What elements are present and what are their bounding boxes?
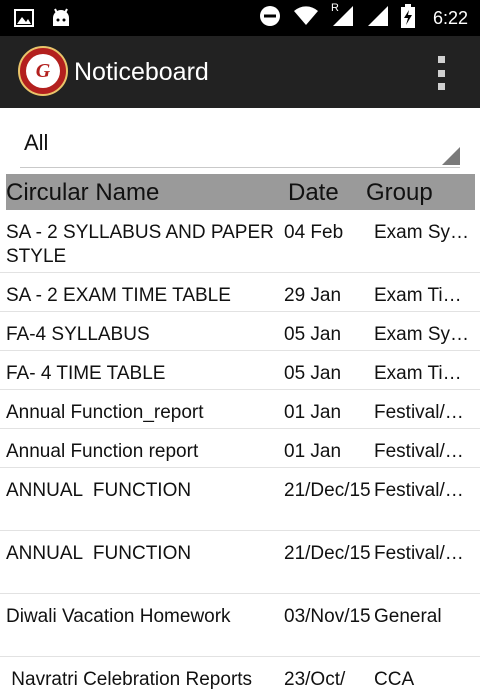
table-row[interactable]: Annual Function_report 01 Jan Festival/…	[0, 390, 480, 429]
notice-date: 03/Nov/15	[284, 606, 371, 627]
notice-name: FA- 4 TIME TABLE	[6, 363, 166, 384]
column-header-group: Group	[366, 179, 433, 206]
notice-name: Annual Function report	[6, 441, 199, 462]
android-icon	[50, 8, 72, 33]
table-row[interactable]: ANNUAL FUNCTION 21/Dec/15 Festival/…	[0, 468, 480, 531]
app-bar: G Noticeboard	[0, 36, 480, 108]
table-row[interactable]: SA - 2 EXAM TIME TABLE 29 Jan Exam Ti…	[0, 273, 480, 312]
notice-date: 23/Oct/	[284, 669, 346, 690]
notice-group: Exam Ti…	[374, 285, 462, 306]
overflow-menu-icon[interactable]	[438, 56, 446, 90]
table-row[interactable]: FA-4 SYLLABUS 05 Jan Exam Syll…	[0, 312, 480, 351]
notice-date: 04 Feb	[284, 222, 344, 243]
table-row[interactable]: Diwali Vacation Homework 03/Nov/15 Gener…	[0, 594, 480, 657]
table-header: Circular Name Date Group	[6, 174, 475, 210]
image-icon	[14, 8, 34, 33]
notice-group: Exam Syll…	[374, 324, 472, 345]
notice-name: FA-4 SYLLABUS	[6, 324, 150, 345]
notice-group: Festival/…	[374, 543, 464, 564]
notice-name: SA - 2 SYLLABUS AND PAPER STYLE	[6, 222, 274, 267]
notice-date: 01 Jan	[284, 402, 342, 423]
page-title: Noticeboard	[74, 58, 209, 86]
notice-date: 21/Dec/15	[284, 543, 371, 564]
notice-name: SA - 2 EXAM TIME TABLE	[6, 285, 231, 306]
column-header-date: Date	[288, 179, 339, 206]
table-row[interactable]: ANNUAL FUNCTION 21/Dec/15 Festival/…	[0, 531, 480, 594]
notice-date: 01 Jan	[284, 441, 342, 462]
table-row[interactable]: Annual Function report 01 Jan Festival/…	[0, 429, 480, 468]
group-filter-dropdown[interactable]: All	[20, 120, 460, 168]
table-row[interactable]: SA - 2 SYLLABUS AND PAPER STYLE 04 Feb E…	[0, 210, 480, 273]
school-logo: G	[18, 46, 68, 96]
notice-name: ANNUAL FUNCTION	[6, 480, 192, 501]
column-header-name: Circular Name	[6, 179, 160, 206]
table-row[interactable]: Navratri Celebration Reports 23/Oct/ CCA	[0, 657, 480, 697]
notice-date: 05 Jan	[284, 363, 342, 384]
notice-group: General	[374, 606, 442, 627]
status-bar: R 6:22	[0, 0, 480, 36]
notice-date: 05 Jan	[284, 324, 342, 345]
notice-group: Festival/…	[374, 402, 464, 423]
notice-list: SA - 2 SYLLABUS AND PAPER STYLE 04 Feb E…	[0, 210, 480, 697]
dropdown-arrow-icon	[442, 147, 460, 165]
notice-group: Exam Ti…	[374, 363, 462, 384]
notice-name: Annual Function_report	[6, 402, 204, 423]
group-filter-value: All	[24, 130, 49, 155]
notice-name: ANNUAL FUNCTION	[6, 543, 192, 564]
notice-group: CCA	[374, 669, 415, 690]
notice-name: Diwali Vacation Homework	[6, 606, 231, 627]
battery-charging-icon	[400, 3, 415, 33]
notice-name: Navratri Celebration Reports	[6, 669, 253, 690]
school-logo-letter: G	[26, 54, 60, 88]
signal-roaming-icon: R	[330, 1, 355, 32]
status-time: 6:22	[432, 7, 468, 28]
notice-date: 29 Jan	[284, 285, 342, 306]
table-row[interactable]: FA- 4 TIME TABLE 05 Jan Exam Ti…	[0, 351, 480, 390]
wifi-icon	[293, 5, 319, 31]
notice-group: Festival/…	[374, 441, 464, 462]
notice-date: 21/Dec/15	[284, 480, 371, 501]
do-not-disturb-icon	[259, 5, 281, 32]
notice-group: Festival/…	[374, 480, 464, 501]
notice-group: Exam Syll…	[374, 222, 472, 243]
signal-icon	[367, 5, 389, 32]
roaming-label: R	[330, 1, 339, 14]
